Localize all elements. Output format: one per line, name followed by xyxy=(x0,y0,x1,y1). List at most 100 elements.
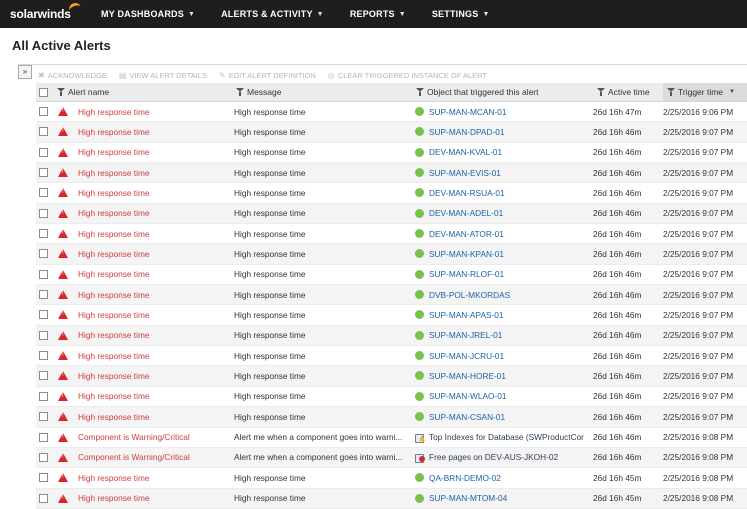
alert-name-link[interactable]: High response time xyxy=(78,204,232,223)
alert-object[interactable]: Top Indexes for Database (SWProductCor xyxy=(415,428,591,447)
row-select[interactable] xyxy=(39,428,48,447)
row-select[interactable] xyxy=(39,387,48,406)
checkbox[interactable] xyxy=(39,452,48,462)
sort-descending-icon[interactable]: ▼ xyxy=(729,89,735,95)
object-link[interactable]: DVB-POL-MKORDAS xyxy=(429,290,510,300)
row-select[interactable] xyxy=(39,305,48,324)
clear-triggered-instance-button[interactable]: ◎ CLEAR TRIGGERED INSTANCE OF ALERT xyxy=(328,71,487,80)
alert-object[interactable]: SUP-MAN-MCAN-01 xyxy=(415,102,591,121)
alert-name-link[interactable]: High response time xyxy=(78,143,232,162)
nav-reports[interactable]: REPORTS ▼ xyxy=(337,0,419,28)
acknowledge-button[interactable]: ✖ ACKNOWLEDGE xyxy=(38,71,107,80)
filter-icon[interactable] xyxy=(57,88,65,96)
alert-name-link[interactable]: High response time xyxy=(78,468,232,487)
table-row[interactable]: ! High response time High response time SUP… xyxy=(36,163,747,184)
row-select[interactable] xyxy=(39,143,48,162)
checkbox[interactable] xyxy=(39,310,48,320)
object-link[interactable]: SUP-MAN-WLAO-01 xyxy=(429,391,506,401)
table-row[interactable]: ! High response time High response time QA-… xyxy=(36,468,747,489)
alert-name-link[interactable]: High response time xyxy=(78,407,232,426)
nav-settings[interactable]: SETTINGS ▼ xyxy=(419,0,503,28)
table-row[interactable]: ! High response time High response time SUP… xyxy=(36,488,747,509)
checkbox[interactable] xyxy=(39,371,48,381)
object-link[interactable]: Top Indexes for Database (SWProductCor xyxy=(429,432,584,442)
checkbox[interactable] xyxy=(39,188,48,198)
table-row[interactable]: ! High response time High response time SUP… xyxy=(36,366,747,387)
table-row[interactable]: ! High response time High response time SUP… xyxy=(36,346,747,367)
alert-object[interactable]: QA-BRN-DEMO-02 xyxy=(415,468,591,487)
table-row[interactable]: ! High response time High response time DEV… xyxy=(36,203,747,225)
checkbox[interactable] xyxy=(39,412,48,422)
checkbox[interactable] xyxy=(39,127,48,137)
column-header-trigger-time[interactable]: Trigger time ▼ xyxy=(663,83,747,101)
row-select[interactable] xyxy=(39,448,48,467)
table-row[interactable]: ! High response time High response time SUP… xyxy=(36,244,747,265)
object-link[interactable]: DEV-MAN-RSUA-01 xyxy=(429,188,505,198)
table-row[interactable]: ! High response time High response time DEV… xyxy=(36,183,747,204)
object-link[interactable]: SUP-MAN-JCRU-01 xyxy=(429,351,504,361)
alert-object[interactable]: DEV-MAN-ATOR-01 xyxy=(415,224,591,243)
alert-name-link[interactable]: High response time xyxy=(78,265,232,284)
nav-alerts-activity[interactable]: ALERTS & ACTIVITY ▼ xyxy=(208,0,337,28)
table-row[interactable]: ! High response time High response time SUP… xyxy=(36,386,747,408)
object-link[interactable]: DEV-MAN-ATOR-01 xyxy=(429,229,504,239)
table-row[interactable]: ! High response time High response time SUP… xyxy=(36,305,747,326)
alert-name-link[interactable]: Component is Warning/Critical xyxy=(78,448,232,467)
alert-name-link[interactable]: High response time xyxy=(78,163,232,182)
alert-object[interactable]: DEV-MAN-KVAL-01 xyxy=(415,143,591,162)
filter-icon[interactable] xyxy=(416,88,424,96)
select-all-checkbox[interactable] xyxy=(39,83,48,101)
alert-object[interactable]: SUP-MAN-MTOM-04 xyxy=(415,489,591,508)
object-link[interactable]: Free pages on DEV-AUS-JKOH-02 xyxy=(429,452,558,462)
alert-name-link[interactable]: High response time xyxy=(78,305,232,324)
checkbox[interactable] xyxy=(39,147,48,157)
alert-name-link[interactable]: High response time xyxy=(78,326,232,345)
alert-object[interactable]: SUP-MAN-EVIS-01 xyxy=(415,163,591,182)
column-header-object[interactable]: Object that triggered this alert xyxy=(416,83,539,101)
object-link[interactable]: DEV-MAN-ADEL-01 xyxy=(429,208,503,218)
row-select[interactable] xyxy=(39,244,48,263)
table-row[interactable]: ! Component is Warning/Critical Alert me w… xyxy=(36,427,747,448)
row-select[interactable] xyxy=(39,102,48,121)
table-row[interactable]: ! Component is Warning/Critical Alert me w… xyxy=(36,447,747,469)
table-row[interactable]: ! High response time High response time SUP… xyxy=(36,325,747,347)
alert-name-link[interactable]: High response time xyxy=(78,102,232,121)
alert-name-link[interactable]: High response time xyxy=(78,244,232,263)
alert-name-link[interactable]: High response time xyxy=(78,285,232,304)
object-link[interactable]: SUP-MAN-KPAN-01 xyxy=(429,249,504,259)
checkbox[interactable] xyxy=(39,330,48,340)
object-link[interactable]: QA-BRN-DEMO-02 xyxy=(429,473,501,483)
alert-object[interactable]: SUP-MAN-JREL-01 xyxy=(415,326,591,345)
checkbox[interactable] xyxy=(39,391,48,401)
checkbox[interactable] xyxy=(39,269,48,279)
row-select[interactable] xyxy=(39,346,48,365)
alert-name-link[interactable]: Component is Warning/Critical xyxy=(78,428,232,447)
row-select[interactable] xyxy=(39,285,48,304)
object-link[interactable]: SUP-MAN-MCAN-01 xyxy=(429,107,506,117)
checkbox[interactable] xyxy=(39,473,48,483)
alert-object[interactable]: SUP-MAN-CSAN-01 xyxy=(415,407,591,426)
object-link[interactable]: SUP-MAN-EVIS-01 xyxy=(429,168,501,178)
table-row[interactable]: ! High response time High response time DEV… xyxy=(36,142,747,164)
checkbox[interactable] xyxy=(39,229,48,239)
object-link[interactable]: SUP-MAN-APAS-01 xyxy=(429,310,504,320)
row-select[interactable] xyxy=(39,489,48,508)
row-select[interactable] xyxy=(39,122,48,141)
solarwinds-logo[interactable]: solarwinds xyxy=(0,0,88,21)
alert-object[interactable]: SUP-MAN-APAS-01 xyxy=(415,305,591,324)
checkbox[interactable] xyxy=(39,107,48,116)
checkbox[interactable] xyxy=(39,208,48,218)
alert-object[interactable]: SUP-MAN-RLOF-01 xyxy=(415,265,591,284)
nav-my-dashboards[interactable]: MY DASHBOARDS ▼ xyxy=(88,0,208,28)
alert-name-link[interactable]: High response time xyxy=(78,387,232,406)
alert-name-link[interactable]: High response time xyxy=(78,489,232,508)
alert-name-link[interactable]: High response time xyxy=(78,346,232,365)
checkbox[interactable] xyxy=(39,87,48,97)
filter-icon[interactable] xyxy=(597,88,605,96)
row-select[interactable] xyxy=(39,407,48,426)
alert-object[interactable]: SUP-MAN-DPAD-01 xyxy=(415,122,591,141)
checkbox[interactable] xyxy=(39,432,48,442)
table-row[interactable]: ! High response time High response time DVB… xyxy=(36,285,747,306)
table-row[interactable]: ! High response time High response time SUP… xyxy=(36,122,747,143)
table-row[interactable]: ! High response time High response time SUP… xyxy=(36,264,747,286)
